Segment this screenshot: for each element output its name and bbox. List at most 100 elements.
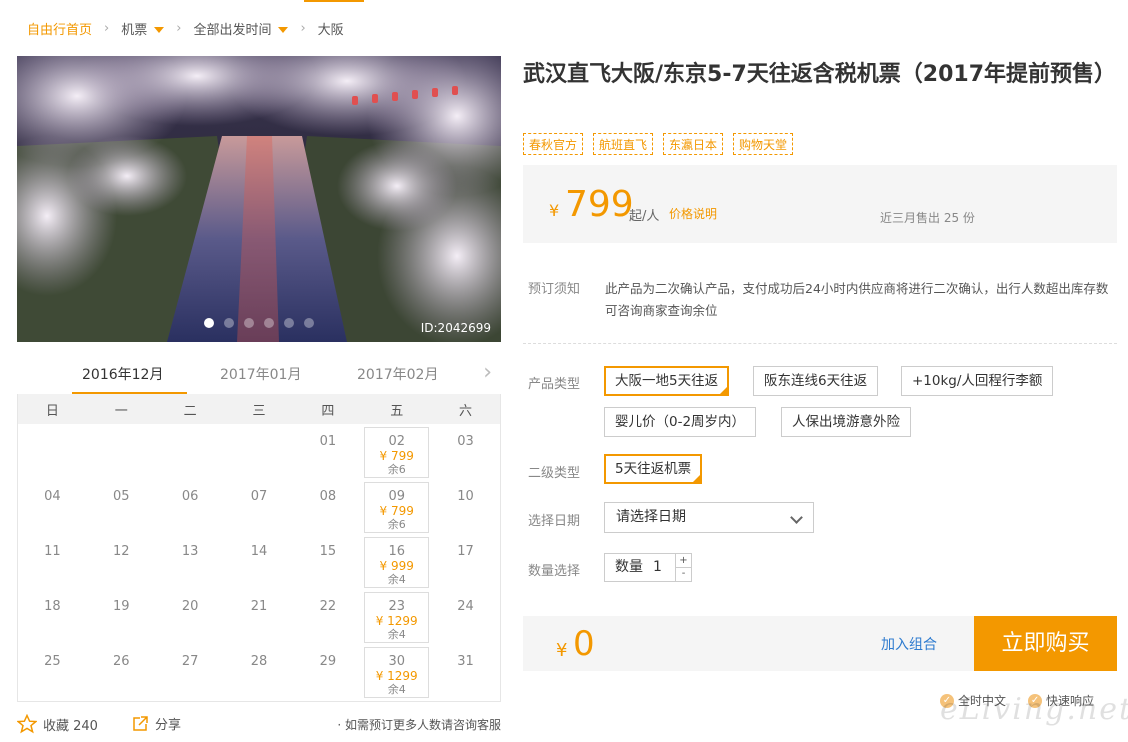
top-accent-line — [304, 0, 364, 2]
calendar-day: 01 — [293, 424, 362, 479]
day-number: 27 — [181, 654, 199, 669]
day-price: ¥ 1299 — [375, 614, 418, 628]
day-number: 23 — [388, 599, 405, 614]
day-number: 08 — [319, 489, 337, 504]
calendar-day: 17 — [431, 534, 500, 589]
breadcrumb-city: 大阪 — [317, 22, 344, 38]
favorite-button[interactable]: 收藏 240 — [17, 714, 98, 734]
day-price: ¥ 999 — [379, 559, 414, 573]
breadcrumb-departure[interactable]: 全部出发时间 — [193, 19, 289, 38]
calendar-day: 29 — [293, 644, 362, 699]
product-image[interactable]: ID:2042699 — [17, 56, 501, 342]
total-price: 0 — [573, 624, 595, 664]
date-label: 选择日期 — [528, 514, 581, 529]
day-number: 04 — [44, 489, 61, 504]
option-infant-price[interactable]: 婴儿价（0-2周岁内） — [604, 407, 757, 437]
day-number: 24 — [457, 599, 474, 614]
carousel-dot[interactable] — [304, 318, 314, 328]
day-number: 16 — [388, 544, 405, 559]
day-number: 05 — [113, 489, 130, 504]
price-explain-link[interactable]: 价格说明 — [669, 205, 717, 222]
day-stock: 余4 — [387, 628, 406, 641]
calendar-day-available[interactable]: 09 ¥ 799 余6 — [364, 482, 430, 533]
price-calendar: 日一二三四五六 01 02 ¥ 799 余6 03 04 05 06 07 08 09 ¥ 799 余6… — [17, 394, 501, 702]
day-number: 03 — [457, 434, 474, 449]
tab-month-2[interactable]: 2017年01月 — [220, 364, 301, 384]
day-number: 14 — [250, 544, 268, 559]
calendar-day: 24 — [431, 589, 500, 644]
tab-month-1[interactable]: 2016年12月 — [82, 364, 163, 384]
tab-month-3[interactable]: 2017年02月 — [357, 364, 438, 384]
calendar-day: 18 — [18, 589, 87, 644]
breadcrumb: 自由行首页 › 机票 › 全部出发时间 › 大阪 — [27, 18, 344, 38]
chevron-right-icon: › — [176, 20, 182, 36]
calendar-grid: 01 02 ¥ 799 余6 03 04 05 06 07 08 09 ¥ 799 余6 10 11 12 13… — [18, 424, 500, 699]
increment-button[interactable]: + — [675, 554, 691, 568]
calendar-day-available[interactable]: 02 ¥ 799 余6 — [364, 427, 430, 478]
cherry-blossom-canal-image — [17, 56, 501, 342]
calendar-day: 06 — [156, 479, 225, 534]
day-number: 19 — [113, 599, 130, 614]
breadcrumb-flight[interactable]: 机票 — [121, 19, 165, 38]
caret-down-icon — [154, 27, 165, 33]
divider — [523, 343, 1117, 344]
option-5day-ticket[interactable]: 5天往返机票 — [604, 454, 703, 484]
calendar-day-available[interactable]: 23 ¥ 1299 余4 — [364, 592, 430, 643]
price-currency: ¥ — [549, 201, 560, 220]
day-price: ¥ 799 — [379, 449, 414, 463]
watermark: eLiving.net — [940, 692, 1128, 727]
day-number: 21 — [250, 599, 268, 614]
calendar-day: 27 — [156, 644, 225, 699]
tag: 春秋官方 — [523, 133, 584, 155]
chevron-right-icon[interactable]: › — [483, 362, 492, 384]
carousel-dot[interactable] — [204, 318, 214, 328]
option-osaka-5day[interactable]: 大阪一地5天往返 — [604, 366, 730, 396]
weekday-label: 一 — [114, 403, 128, 419]
subtype-label: 二级类型 — [528, 466, 581, 481]
weekday-label: 二 — [183, 403, 197, 419]
calendar-day: 07 — [225, 479, 294, 534]
image-id: ID:2042699 — [420, 321, 491, 335]
option-extra-baggage[interactable]: +10kg/人回程行李额 — [901, 366, 1054, 396]
calendar-day: 04 — [18, 479, 87, 534]
breadcrumb-home[interactable]: 自由行首页 — [27, 19, 92, 38]
calendar-day-available[interactable]: 30 ¥ 1299 余4 — [364, 647, 430, 698]
weekday-label: 五 — [390, 403, 404, 419]
carousel-dot[interactable] — [264, 318, 274, 328]
option-travel-insurance[interactable]: 人保出境游意外险 — [781, 407, 911, 437]
day-number: 25 — [44, 654, 61, 669]
carousel-dot[interactable] — [224, 318, 234, 328]
calendar-day: 14 — [225, 534, 294, 589]
day-number: 29 — [319, 654, 337, 669]
tag: 航班直飞 — [593, 133, 654, 155]
calendar-day-available[interactable]: 16 ¥ 999 余4 — [364, 537, 430, 588]
calendar-day: 21 — [225, 589, 294, 644]
chevron-down-icon — [790, 511, 803, 524]
favorite-label: 收藏 240 — [43, 718, 98, 734]
day-number: 26 — [113, 654, 130, 669]
day-number: 22 — [319, 599, 337, 614]
carousel-dot[interactable] — [244, 318, 254, 328]
date-select[interactable]: 请选择日期 — [604, 502, 814, 533]
day-stock: 余4 — [387, 683, 406, 696]
buy-now-button[interactable]: 立即购买 — [974, 616, 1117, 671]
share-button[interactable]: 分享 — [131, 714, 181, 733]
weekday-label: 三 — [252, 403, 266, 419]
day-number: 01 — [319, 434, 337, 449]
day-stock: 余6 — [387, 463, 406, 476]
quantity-stepper[interactable]: 数量 1 + - — [604, 553, 692, 582]
day-stock: 余4 — [387, 573, 406, 586]
option-osaka-tokyo-6day[interactable]: 阪东连线6天往返 — [753, 366, 879, 396]
weekday-header: 日一二三四五六 — [18, 394, 500, 424]
carousel-dot[interactable] — [284, 318, 294, 328]
day-price: ¥ 799 — [379, 504, 414, 518]
weekday-label: 日 — [45, 403, 59, 419]
calendar-blank — [87, 424, 156, 479]
decrement-button[interactable]: - — [675, 567, 691, 581]
quantity-label: 数量选择 — [528, 564, 581, 579]
calendar-day: 08 — [293, 479, 362, 534]
day-number: 18 — [44, 599, 61, 614]
share-icon — [133, 715, 148, 731]
share-label: 分享 — [155, 718, 182, 733]
add-to-combo-link[interactable]: 加入组合 — [881, 634, 937, 654]
